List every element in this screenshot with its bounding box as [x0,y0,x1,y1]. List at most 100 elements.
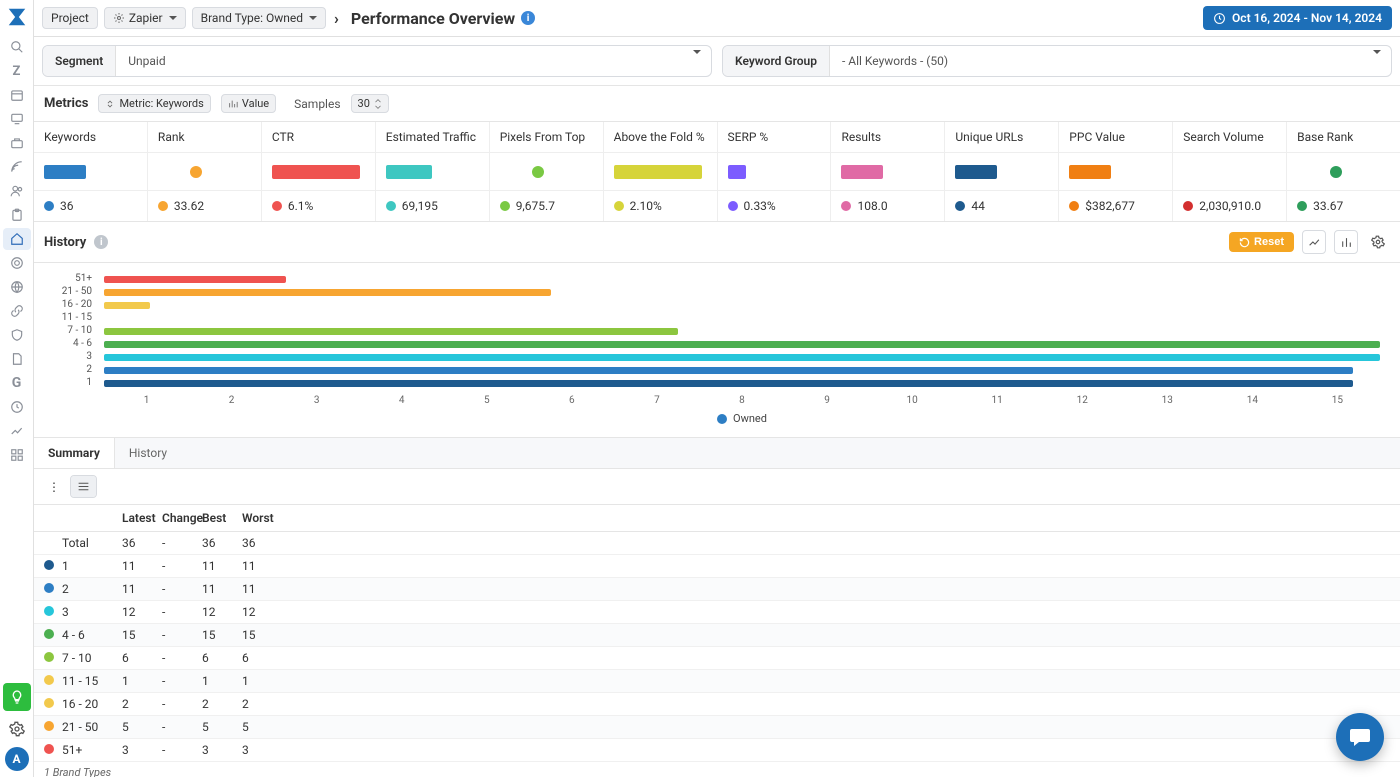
lightbulb-button[interactable] [3,683,31,711]
tab-summary[interactable]: Summary [34,438,115,468]
segment-selector[interactable]: Segment Unpaid [42,45,712,77]
chart-tick: 11 [955,395,1040,406]
metric-selector[interactable]: Metric: Keywords [98,94,210,113]
search-icon[interactable] [3,36,31,58]
nav-item-shield-icon[interactable] [3,324,31,346]
nav-item-link-icon[interactable] [3,300,31,322]
rank-dot-icon [44,629,54,639]
summary-row[interactable]: 211-1111 [34,578,1400,601]
chart-bar-row: 7 - 10 [104,325,1380,337]
metric-col[interactable]: CTR6.1% [262,122,376,221]
summary-row[interactable]: 16 - 202-22 [34,693,1400,716]
metric-sparkline [148,153,261,191]
chevron-down-icon [1373,50,1381,68]
summary-row[interactable]: 51+3-33 [34,739,1400,762]
metric-sparkline [376,153,489,191]
summary-row[interactable]: 4 - 615-1515 [34,624,1400,647]
nav-item-briefcase-icon[interactable] [3,132,31,154]
metric-dot-icon [728,201,738,211]
nav-item-calendar-icon[interactable] [3,84,31,106]
brand-type-chip[interactable]: Brand Type: Owned [192,7,326,29]
nav-item-grid-icon[interactable] [3,444,31,466]
summary-row[interactable]: 111-1111 [34,555,1400,578]
chevron-down-icon [693,50,701,68]
metric-col[interactable]: Results108.0 [831,122,945,221]
metric-col[interactable]: PPC Value $382,677 [1059,122,1173,221]
info-icon[interactable]: i [521,11,535,25]
metric-value: $382,677 [1059,191,1172,221]
reset-button[interactable]: Reset [1229,232,1294,252]
bar-chart-view-button[interactable] [1334,230,1358,254]
chart-y-label: 16 - 20 [34,299,98,310]
summary-tabs: Summary History [34,438,1400,469]
chat-bubble-button[interactable] [1336,713,1384,761]
chart-bar [104,367,1353,374]
nav-item-home-icon[interactable] [3,228,31,250]
metric-sparkline [1173,153,1286,191]
more-menu-icon[interactable]: ⋮ [44,478,64,496]
metric-col[interactable]: Keywords36 [34,122,148,221]
chart-bar-row: 51+ [104,273,1380,285]
line-chart-view-button[interactable] [1302,230,1326,254]
chevron-right-icon: › [332,9,341,28]
nav-item-google-icon[interactable]: G [3,372,31,394]
settings-gear-icon[interactable] [3,717,31,741]
nav-item-users-icon[interactable] [3,180,31,202]
nav-item-monitor-icon[interactable] [3,108,31,130]
table-view-button[interactable] [71,476,96,497]
metric-sparkline [718,153,831,191]
metric-name: Results [831,122,944,153]
nav-item-signal-icon[interactable] [3,156,31,178]
nav-item-clock-icon[interactable] [3,396,31,418]
nav-item-globe-icon[interactable] [3,276,31,298]
history-title: History [44,235,86,250]
summary-row[interactable]: 7 - 106-66 [34,647,1400,670]
summary-row[interactable]: 11 - 151-11 [34,670,1400,693]
nav-item-z[interactable]: Z [3,60,31,82]
metrics-title: Metrics [44,96,88,111]
metrics-grid: Keywords36Rank33.62CTR6.1%Estimated Traf… [34,122,1400,222]
info-icon[interactable]: i [94,235,108,249]
segment-value: Unpaid [116,46,681,76]
metric-col[interactable]: Pixels From Top9,675.7 [490,122,604,221]
nav-item-file-icon[interactable] [3,348,31,370]
metric-name: SERP % [718,122,831,153]
nav-item-trend-icon[interactable] [3,420,31,442]
tab-history[interactable]: History [115,438,181,468]
chart-settings-button[interactable] [1366,230,1390,254]
metric-name: PPC Value [1059,122,1172,153]
metric-dot-icon [841,201,851,211]
chart-bar [104,354,1380,361]
metric-sparkline [831,153,944,191]
value-selector[interactable]: Value [221,94,276,113]
chart-bar [104,276,286,283]
samples-input[interactable]: 30 [351,94,389,113]
date-range-button[interactable]: Oct 16, 2024 - Nov 14, 2024 [1203,6,1392,30]
zapier-chip[interactable]: Zapier [104,7,186,29]
sort-icon [105,99,115,109]
summary-row[interactable]: 21 - 505-55 [34,716,1400,739]
chart-bar-row: 4 - 6 [104,338,1380,350]
view-toggle [70,475,97,498]
undo-icon [1239,237,1250,248]
metric-col[interactable]: Estimated Traffic69,195 [376,122,490,221]
app-logo-icon[interactable] [6,6,28,28]
filter-bar: Segment Unpaid Keyword Group - All Keywo… [34,37,1400,86]
metric-col[interactable]: Rank33.62 [148,122,262,221]
keyword-group-selector[interactable]: Keyword Group - All Keywords - (50) [722,45,1392,77]
nav-item-target-icon[interactable] [3,252,31,274]
summary-row[interactable]: 312-1212 [34,601,1400,624]
keyword-group-label: Keyword Group [723,46,830,76]
nav-item-clipboard-icon[interactable] [3,204,31,226]
metric-col[interactable]: Unique URLs44 [945,122,1059,221]
project-chip[interactable]: Project [42,7,98,29]
metric-col[interactable]: Search Volume2,030,910.0 [1173,122,1287,221]
metric-col[interactable]: Above the Fold %2.10% [604,122,718,221]
chart-bar [104,328,678,335]
metric-col[interactable]: SERP %0.33% [718,122,832,221]
metric-col[interactable]: Base Rank33.67 [1287,122,1400,221]
left-sidebar: Z G A [0,0,34,777]
chart-tick: 6 [529,395,614,406]
chart-tick: 9 [785,395,870,406]
user-avatar[interactable]: A [5,747,29,771]
